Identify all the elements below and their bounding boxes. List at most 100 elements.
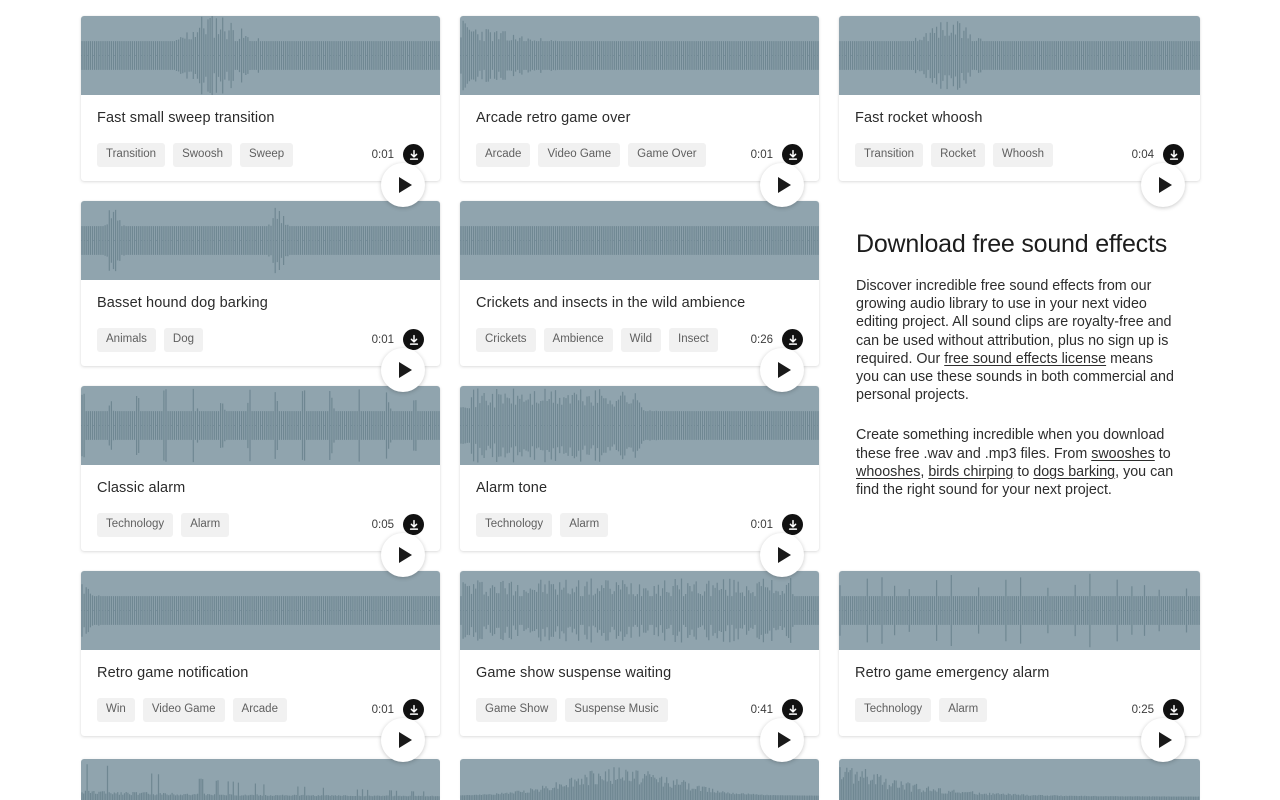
download-button[interactable]	[782, 144, 803, 166]
tag[interactable]: Swoosh	[173, 142, 232, 167]
play-button[interactable]	[381, 163, 425, 207]
swooshes-link[interactable]: swooshes	[1091, 446, 1155, 462]
download-button[interactable]	[782, 699, 803, 721]
download-icon	[788, 149, 797, 160]
tag[interactable]: Technology	[855, 697, 932, 722]
promo-p2-text-b: to	[1154, 445, 1171, 462]
whooshes-link[interactable]: whooshes	[856, 464, 920, 480]
waveform-graphic	[81, 764, 440, 800]
tag[interactable]: Video Game	[142, 697, 225, 722]
sound-card-partial[interactable]	[839, 759, 1200, 800]
tag[interactable]: Rocket	[931, 142, 985, 167]
sound-card[interactable]: Retro game emergency alarm Technology Al…	[839, 571, 1200, 762]
sound-card[interactable]: Alarm tone Technology Alarm 0:01	[460, 386, 819, 577]
duration-and-download: 0:01	[371, 699, 424, 721]
download-icon	[409, 334, 418, 345]
sound-card[interactable]: Crickets and insects in the wild ambienc…	[460, 201, 819, 392]
waveform-graphic	[460, 767, 819, 800]
tag[interactable]: Alarm	[181, 512, 230, 537]
sound-card-partial[interactable]	[81, 759, 440, 800]
tag[interactable]: Transition	[97, 142, 166, 167]
waveform-preview[interactable]	[81, 201, 440, 280]
tag[interactable]: Technology	[476, 512, 553, 537]
download-button[interactable]	[1163, 699, 1184, 721]
dogs-barking-link[interactable]: dogs barking	[1033, 464, 1115, 480]
birds-chirping-link[interactable]: birds chirping	[928, 464, 1013, 480]
tag[interactable]: Arcade	[232, 697, 287, 722]
duration-label: 0:26	[750, 333, 773, 346]
download-button[interactable]	[403, 699, 424, 721]
card-body: Retro game emergency alarm	[839, 650, 1200, 682]
waveform-preview[interactable]	[81, 16, 440, 95]
card-meta-row: Animals Dog 0:01	[97, 327, 424, 352]
tag[interactable]: Video Game	[538, 142, 621, 167]
download-icon	[788, 334, 797, 345]
play-button[interactable]	[381, 718, 425, 762]
duration-label: 0:01	[371, 148, 394, 161]
duration-and-download: 0:01	[371, 144, 424, 166]
play-button[interactable]	[1141, 163, 1185, 207]
free-sound-effects-license-link[interactable]: free sound effects license	[944, 351, 1106, 367]
waveform-preview[interactable]	[81, 386, 440, 465]
tag[interactable]: Technology	[97, 512, 174, 537]
waveform-preview[interactable]	[460, 571, 819, 650]
sound-card[interactable]: Classic alarm Technology Alarm 0:05	[81, 386, 440, 577]
play-button[interactable]	[1141, 718, 1185, 762]
tag[interactable]: Game Show	[476, 697, 558, 722]
waveform-preview[interactable]	[460, 201, 819, 280]
waveform-preview[interactable]	[460, 386, 819, 465]
waveform-preview[interactable]	[839, 571, 1200, 650]
card-meta-row: Win Video Game Arcade 0:01	[97, 697, 424, 722]
waveform-graphic	[839, 767, 1200, 800]
play-button[interactable]	[760, 718, 804, 762]
tag[interactable]: Transition	[855, 142, 924, 167]
play-button[interactable]	[760, 163, 804, 207]
tag[interactable]: Sweep	[240, 142, 294, 167]
card-body: Retro game notification	[81, 650, 440, 682]
card-body: Alarm tone	[460, 465, 819, 497]
tag[interactable]: Suspense Music	[565, 697, 668, 722]
tag[interactable]: Arcade	[476, 142, 531, 167]
play-button[interactable]	[381, 533, 425, 577]
download-button[interactable]	[1163, 144, 1184, 166]
play-button[interactable]	[760, 348, 804, 392]
download-button[interactable]	[782, 329, 803, 351]
download-button[interactable]	[403, 514, 424, 536]
card-body: Fast small sweep transition	[81, 95, 440, 127]
play-button[interactable]	[381, 348, 425, 392]
sound-card-partial[interactable]	[460, 759, 819, 800]
play-icon	[398, 362, 412, 378]
waveform-preview[interactable]	[81, 571, 440, 650]
tag[interactable]: Crickets	[476, 327, 536, 352]
play-icon	[398, 177, 412, 193]
tag[interactable]: Win	[97, 697, 135, 722]
tag[interactable]: Wild	[620, 327, 662, 352]
tag[interactable]: Game Over	[628, 142, 706, 167]
sound-card[interactable]: Fast rocket whoosh Transition Rocket Who…	[839, 16, 1200, 207]
play-button[interactable]	[760, 533, 804, 577]
tag[interactable]: Alarm	[560, 512, 609, 537]
download-button[interactable]	[782, 514, 803, 536]
duration-label: 0:01	[371, 703, 394, 716]
sound-card[interactable]: Basset hound dog barking Animals Dog 0:0…	[81, 201, 440, 392]
sound-card[interactable]: Fast small sweep transition Transition S…	[81, 16, 440, 207]
card-meta-row: Crickets Ambience Wild Insect 0:26	[476, 327, 803, 352]
duration-and-download: 0:01	[751, 144, 803, 166]
sound-title: Arcade retro game over	[476, 110, 631, 126]
sound-card[interactable]: Game show suspense waiting Game Show Sus…	[460, 571, 819, 762]
tag[interactable]: Insect	[669, 327, 718, 352]
tag[interactable]: Whoosh	[992, 142, 1054, 167]
tag[interactable]: Animals	[97, 327, 156, 352]
tag[interactable]: Dog	[163, 327, 204, 352]
card-meta-row: Arcade Video Game Game Over 0:01	[476, 142, 803, 167]
sound-card[interactable]: Arcade retro game over Arcade Video Game…	[460, 16, 819, 207]
duration-and-download: 0:04	[1132, 144, 1184, 166]
play-icon	[1158, 177, 1172, 193]
sound-card[interactable]: Retro game notification Win Video Game A…	[81, 571, 440, 762]
download-button[interactable]	[403, 329, 424, 351]
tag[interactable]: Ambience	[543, 327, 613, 352]
tag[interactable]: Alarm	[939, 697, 988, 722]
download-button[interactable]	[403, 144, 424, 166]
waveform-preview[interactable]	[839, 16, 1200, 95]
waveform-preview[interactable]	[460, 16, 819, 95]
